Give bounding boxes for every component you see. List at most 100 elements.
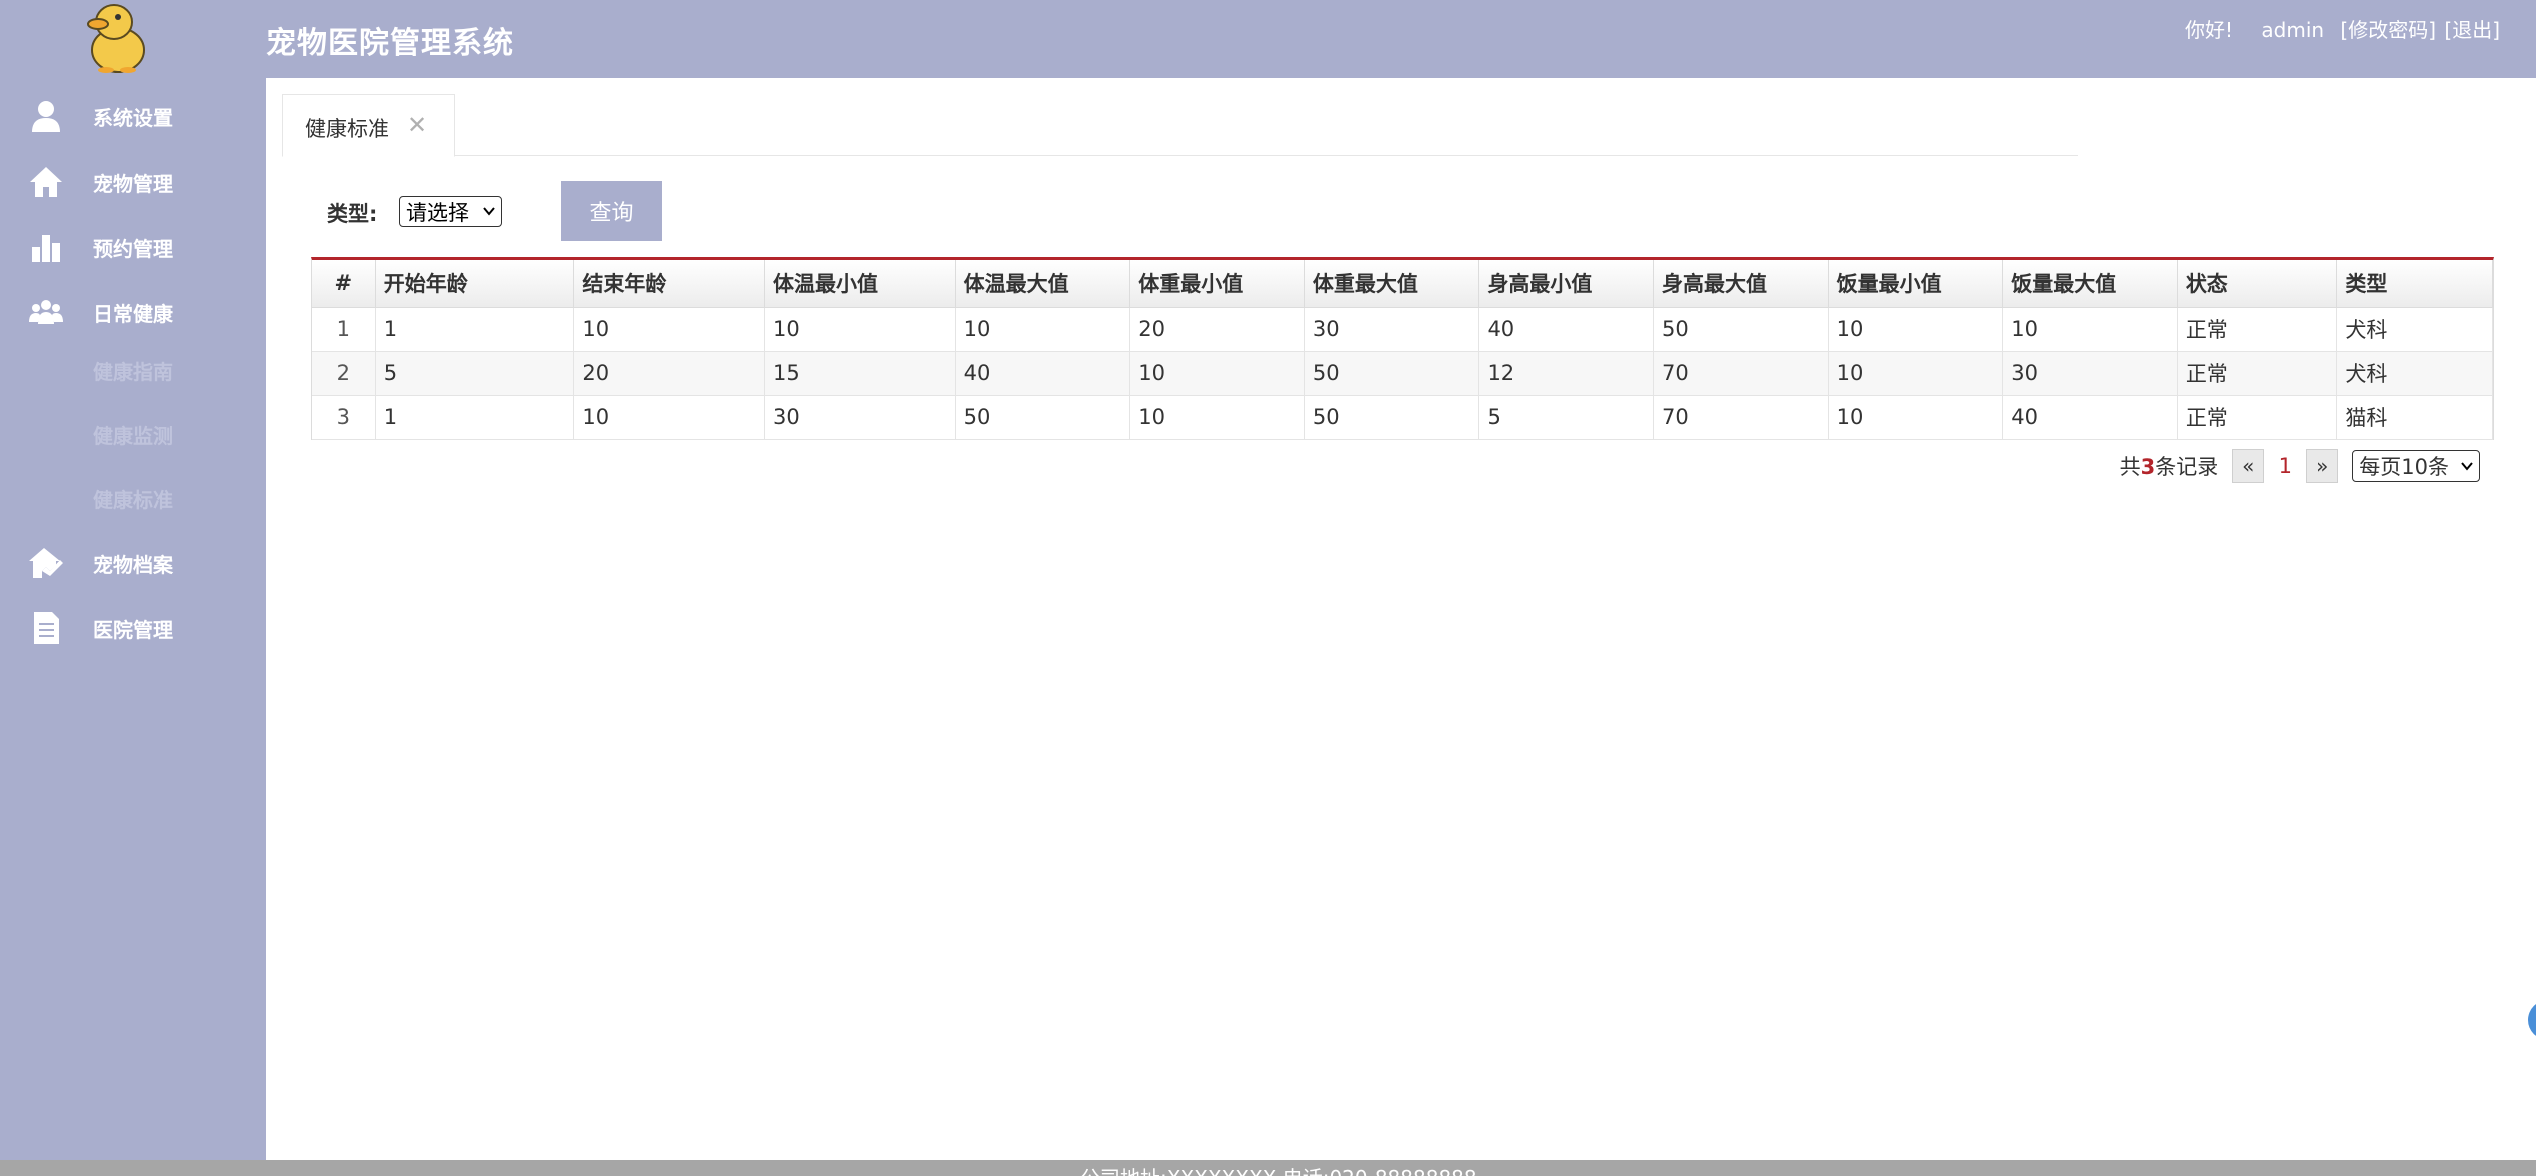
table-row[interactable]: 3 1 10 30 50 10 50 5 70 10 40 正常 猫科 <box>312 395 2493 440</box>
table-cell: 40 <box>2002 395 2178 440</box>
table-row[interactable]: 2 5 20 15 40 10 50 12 70 10 30 正常 犬科 <box>312 351 2493 396</box>
top-header: 宠物医院管理系统 你好! admin [修改密码] [退出] <box>0 0 2536 78</box>
tab-health-standard[interactable]: 健康标准 ✕ <box>282 94 455 157</box>
table-cell: 10 <box>573 395 766 440</box>
table-cell: 10 <box>955 307 1131 352</box>
document-icon <box>34 612 59 644</box>
sidebar-item-label: 宠物管理 <box>93 171 173 196</box>
close-icon[interactable]: ✕ <box>407 111 427 139</box>
table-cell: 30 <box>1304 307 1480 352</box>
sidebar-subitem-health-standard[interactable]: 健康标准 <box>93 484 173 513</box>
change-password-link[interactable]: [修改密码] <box>2340 18 2436 42</box>
greeting-text: 你好! <box>2185 18 2234 42</box>
sidebar-item-pet-records[interactable]: 宠物档案 <box>0 535 266 591</box>
type-select-value: 请选择 <box>406 200 469 225</box>
tab-bar: 健康标准 ✕ <box>282 78 2078 157</box>
house-check-icon <box>29 548 63 578</box>
footer: 公司地址:XXXXXXXX 电话:020-88888888 <box>0 1160 2536 1176</box>
column-header: # <box>312 260 376 308</box>
table-cell: 12 <box>1478 351 1655 396</box>
table-cell: 10 <box>1828 395 2004 440</box>
prev-page-button[interactable]: « <box>2232 449 2265 483</box>
record-count-number: 3 <box>2140 455 2156 479</box>
table-cell: 20 <box>1129 307 1305 352</box>
sidebar-item-label: 医院管理 <box>93 617 173 642</box>
column-header: 开始年龄 <box>375 260 575 308</box>
page-size-select[interactable]: 每页10条 <box>2352 450 2480 482</box>
column-header: 类型 <box>2336 260 2493 308</box>
column-header: 结束年龄 <box>573 260 766 308</box>
table-cell: 50 <box>955 395 1131 440</box>
pagination: 共3条记录 « 1 » 每页10条 <box>2120 448 2480 484</box>
column-header: 身高最大值 <box>1653 260 1829 308</box>
table-cell: 50 <box>1653 307 1829 352</box>
table-cell: 15 <box>764 351 956 396</box>
footer-text: 公司地址:XXXXXXXX 电话:020-88888888 <box>1080 1162 1477 1176</box>
health-standard-table: # 开始年龄 结束年龄 体温最小值 体温最大值 体重最小值 体重最大值 身高最小… <box>311 257 2494 440</box>
table-cell: 10 <box>1129 395 1305 440</box>
sidebar-item-label: 日常健康 <box>93 301 173 326</box>
app-title: 宠物医院管理系统 <box>266 26 514 61</box>
table-cell: 70 <box>1653 351 1829 396</box>
query-button[interactable]: 查询 <box>561 181 662 241</box>
table-cell: 1 <box>375 395 575 440</box>
table-cell: 猫科 <box>2336 395 2493 440</box>
current-page-link[interactable]: 1 <box>2264 454 2306 478</box>
logout-link[interactable]: [退出] <box>2444 18 2500 42</box>
sidebar-subitem-health-guide[interactable]: 健康指南 <box>93 356 173 385</box>
chevron-down-icon <box>483 207 495 216</box>
table-cell: 1 <box>375 307 575 352</box>
table-cell: 40 <box>1478 307 1655 352</box>
table-cell: 2 <box>312 351 376 396</box>
column-header: 体温最大值 <box>955 260 1131 308</box>
type-select[interactable]: 请选择 <box>399 196 502 227</box>
table-cell: 50 <box>1304 351 1480 396</box>
table-cell: 5 <box>1478 395 1655 440</box>
type-filter-label: 类型: <box>327 202 378 226</box>
table-cell: 正常 <box>2177 395 2338 440</box>
user-area: 你好! admin [修改密码] [退出] <box>2185 14 2500 43</box>
table-cell: 正常 <box>2177 351 2338 396</box>
column-header: 体重最小值 <box>1129 260 1305 308</box>
sidebar-item-appointment-management[interactable]: 预约管理 <box>0 219 266 275</box>
table-cell: 40 <box>955 351 1131 396</box>
table-cell: 犬科 <box>2336 351 2493 396</box>
username-text: admin <box>2261 18 2325 42</box>
table-cell: 5 <box>375 351 575 396</box>
floating-action-button[interactable] <box>2528 1000 2536 1040</box>
table-cell: 10 <box>1828 307 2004 352</box>
bar-chart-icon <box>32 235 60 262</box>
sidebar-item-label: 宠物档案 <box>93 552 173 577</box>
tab-label: 健康标准 <box>305 117 389 141</box>
table-cell: 10 <box>764 307 956 352</box>
table-cell: 10 <box>2002 307 2178 352</box>
table-cell: 正常 <box>2177 307 2338 352</box>
table-cell: 30 <box>764 395 956 440</box>
sidebar-subitem-health-monitoring[interactable]: 健康监测 <box>93 420 173 449</box>
table-cell: 70 <box>1653 395 1829 440</box>
record-count-suffix: 条记录 <box>2155 455 2219 479</box>
sidebar-item-system-settings[interactable]: 系统设置 <box>0 88 266 144</box>
column-header: 饭量最小值 <box>1828 260 2004 308</box>
column-header: 体重最大值 <box>1304 260 1480 308</box>
column-header: 饭量最大值 <box>2002 260 2178 308</box>
group-icon <box>29 300 63 324</box>
sidebar-item-daily-health[interactable]: 日常健康 <box>0 284 266 340</box>
table-cell: 3 <box>312 395 376 440</box>
table-row[interactable]: 1 1 10 10 10 20 30 40 50 10 10 正常 犬科 <box>312 307 2493 352</box>
table-cell: 10 <box>1129 351 1305 396</box>
sidebar-item-pet-management[interactable]: 宠物管理 <box>0 154 266 210</box>
table-header-row: # 开始年龄 结束年龄 体温最小值 体温最大值 体重最小值 体重最大值 身高最小… <box>312 260 2493 308</box>
table-cell: 30 <box>2002 351 2178 396</box>
page-size-value: 每页10条 <box>2359 455 2449 479</box>
table-cell: 50 <box>1304 395 1480 440</box>
column-header: 体温最小值 <box>764 260 956 308</box>
record-count-prefix: 共 <box>2119 455 2141 479</box>
user-icon <box>32 101 60 132</box>
chevron-down-icon <box>2461 462 2473 471</box>
column-header: 状态 <box>2177 260 2338 308</box>
sidebar-item-hospital-management[interactable]: 医院管理 <box>0 600 266 656</box>
sidebar-item-label: 系统设置 <box>93 105 173 130</box>
next-page-button[interactable]: » <box>2306 449 2339 483</box>
table-cell: 犬科 <box>2336 307 2493 352</box>
